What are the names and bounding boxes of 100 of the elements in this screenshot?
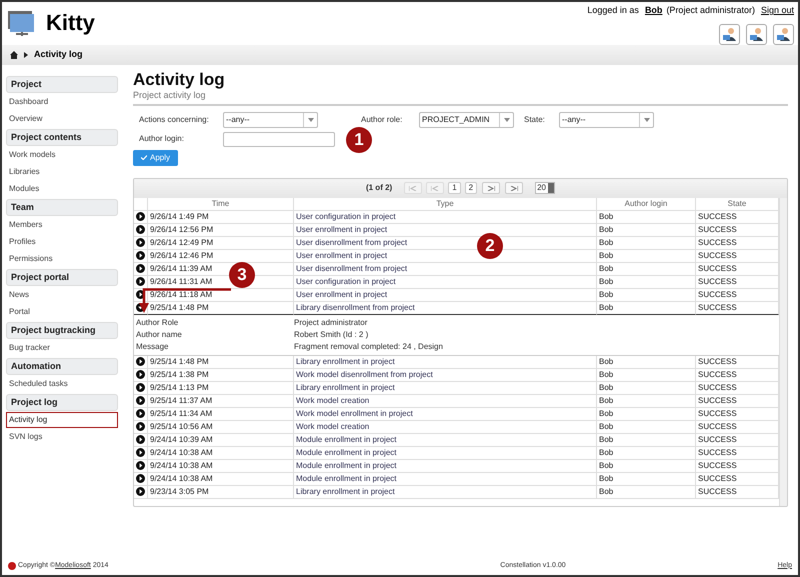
callout-badge: 2 bbox=[477, 233, 503, 259]
table-cell: Library disenrollment from project bbox=[294, 302, 597, 314]
sidebar-section-header: Project bbox=[6, 76, 118, 93]
company-logo-icon bbox=[8, 562, 16, 570]
expand-icon[interactable] bbox=[136, 225, 145, 234]
table-cell: 9/25/14 11:34 AM bbox=[148, 408, 294, 420]
sidebar-item[interactable]: Libraries bbox=[6, 164, 118, 180]
table-cell: Bob bbox=[597, 224, 696, 236]
table-cell: User configuration in project bbox=[294, 276, 597, 288]
user-link[interactable]: Bob bbox=[644, 4, 662, 18]
detail-label: Message bbox=[135, 340, 170, 352]
table-cell: Module enrollment in project bbox=[294, 446, 597, 460]
table-cell: Bob bbox=[597, 288, 696, 302]
table-cell: 9/25/14 1:38 PM bbox=[148, 368, 294, 382]
expand-icon[interactable] bbox=[136, 251, 145, 260]
home-icon[interactable] bbox=[10, 51, 18, 59]
table-cell: Bob bbox=[597, 420, 696, 434]
expand-icon[interactable] bbox=[136, 238, 145, 247]
expand-icon[interactable] bbox=[136, 474, 145, 483]
sidebar-item[interactable]: Profiles bbox=[6, 234, 118, 250]
last-page-icon[interactable] bbox=[505, 182, 524, 194]
sidebar-item[interactable]: Activity log bbox=[6, 412, 118, 428]
expand-icon[interactable] bbox=[136, 264, 145, 273]
page-subtitle: Project activity log bbox=[133, 89, 788, 106]
table-cell: Module enrollment in project bbox=[294, 472, 597, 486]
expand-icon[interactable] bbox=[136, 212, 145, 221]
table-cell: 9/25/14 11:37 AM bbox=[148, 394, 294, 408]
page-button[interactable]: 2 bbox=[464, 182, 478, 194]
column-header[interactable]: Time bbox=[148, 198, 294, 210]
user-computer-icon[interactable] bbox=[773, 24, 794, 44]
expand-icon[interactable] bbox=[136, 357, 145, 366]
column-header[interactable]: Type bbox=[294, 198, 597, 210]
expand-icon[interactable] bbox=[136, 396, 145, 405]
detail-value: Robert Smith (Id : 2 ) bbox=[294, 328, 370, 340]
caret-icon bbox=[308, 118, 314, 122]
table-cell: Module enrollment in project bbox=[294, 460, 597, 472]
table-cell: User enrollment in project bbox=[294, 288, 597, 302]
table-cell: User configuration in project bbox=[294, 210, 597, 224]
detail-value: Fragment removal completed: 24 , Design bbox=[294, 340, 444, 352]
table-cell: 9/26/14 1:49 PM bbox=[148, 210, 294, 224]
expand-icon[interactable] bbox=[136, 409, 145, 418]
actions-select[interactable]: --any-- bbox=[223, 112, 318, 128]
table-cell: Bob bbox=[597, 446, 696, 460]
sidebar-item[interactable]: Bug tracker bbox=[6, 340, 118, 356]
expand-icon[interactable] bbox=[136, 370, 145, 379]
table-cell: Bob bbox=[597, 368, 696, 382]
page-button[interactable]: 1 bbox=[448, 182, 461, 194]
table-cell: Library enrollment in project bbox=[294, 356, 597, 368]
page-summary: (1 of 2) bbox=[366, 182, 392, 194]
sidebar-item[interactable]: Portal bbox=[6, 304, 118, 320]
check-icon bbox=[140, 155, 147, 160]
sidebar-section-header: Team bbox=[6, 199, 118, 216]
sidebar-item[interactable]: Modules bbox=[6, 181, 118, 197]
expand-icon[interactable] bbox=[136, 290, 145, 299]
next-page-icon[interactable] bbox=[482, 182, 500, 194]
table-cell: 9/24/14 10:38 AM bbox=[148, 472, 294, 486]
caret-icon bbox=[644, 118, 650, 122]
sidebar-section-header: Project portal bbox=[6, 269, 118, 286]
sidebar-item[interactable]: Scheduled tasks bbox=[6, 376, 118, 392]
login-field[interactable] bbox=[223, 132, 335, 146]
table-cell: Work model creation bbox=[294, 394, 597, 408]
table-cell: Work model enrollment in project bbox=[294, 408, 597, 420]
sidebar-item[interactable]: Overview bbox=[6, 111, 118, 127]
expand-icon[interactable] bbox=[136, 448, 145, 457]
table-cell: Bob bbox=[597, 262, 696, 276]
expand-icon[interactable] bbox=[136, 277, 145, 286]
expand-icon[interactable] bbox=[136, 422, 145, 431]
sidebar-section-header: Automation bbox=[6, 358, 118, 375]
sign-out-link[interactable]: Sign out bbox=[760, 4, 794, 18]
sidebar-section-header: Project bugtracking bbox=[6, 322, 118, 339]
table-cell: Work model creation bbox=[294, 420, 597, 434]
role-select[interactable]: PROJECT_ADMIN bbox=[419, 112, 514, 128]
table-cell: Bob bbox=[597, 382, 696, 394]
expand-icon[interactable] bbox=[136, 487, 145, 496]
table-cell: 9/26/14 12:46 PM bbox=[148, 250, 294, 262]
user-desktop-icon[interactable] bbox=[719, 24, 740, 44]
state-select[interactable]: --any-- bbox=[559, 112, 654, 128]
sidebar-item[interactable]: Permissions bbox=[6, 251, 118, 267]
table-cell: Bob bbox=[597, 210, 696, 224]
field-label: Author role: bbox=[361, 114, 404, 126]
sidebar-item[interactable]: Work models bbox=[6, 147, 118, 163]
sidebar-item[interactable]: News bbox=[6, 287, 118, 303]
table-cell: Bob bbox=[597, 302, 696, 314]
column-header[interactable]: Author login bbox=[597, 198, 696, 210]
table-cell: Bob bbox=[597, 486, 696, 498]
page-title: Activity log bbox=[133, 71, 226, 89]
sidebar-item[interactable]: SVN logs bbox=[6, 429, 118, 445]
table-cell: 9/25/14 1:48 PM bbox=[148, 356, 294, 368]
table-cell: Bob bbox=[597, 276, 696, 288]
table-cell: 9/24/14 10:38 AM bbox=[148, 460, 294, 472]
expand-icon[interactable] bbox=[136, 383, 145, 392]
breadcrumb-current[interactable]: Activity log bbox=[34, 48, 83, 62]
page-size-select[interactable]: 20 bbox=[535, 182, 556, 194]
sidebar-item[interactable]: Dashboard bbox=[6, 94, 118, 110]
app-title: Kitty bbox=[46, 9, 95, 37]
table-cell: Library enrollment in project bbox=[294, 382, 597, 394]
expand-icon[interactable] bbox=[136, 461, 145, 470]
user-role: (Project administrator) bbox=[666, 4, 755, 17]
expand-icon[interactable] bbox=[136, 435, 145, 444]
sidebar-item[interactable]: Members bbox=[6, 217, 118, 233]
